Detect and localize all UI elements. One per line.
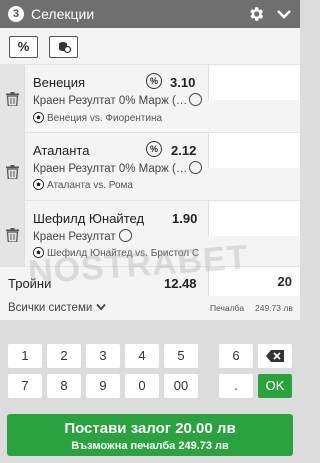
team-name: Венеция — [33, 75, 86, 90]
coins-icon — [58, 42, 71, 54]
key-6[interactable]: 6 — [219, 344, 253, 368]
key-3[interactable]: 3 — [86, 344, 120, 368]
potential-win-label: Печалба — [210, 303, 245, 313]
selection-count-badge: 3 — [8, 6, 24, 22]
number-keypad: 1 2 3 4 5 6 7 8 9 0 00 . OK — [0, 340, 300, 404]
bet-toolbar: % — [0, 28, 300, 64]
bet-selection: Аталанта % 2.12 Краен Резултат 0% Марж (… — [0, 132, 300, 200]
key-5[interactable]: 5 — [164, 344, 198, 368]
header-bar: 3 Селекции — [0, 0, 300, 28]
systems-row: Всички системи Печалба 249.73 лв — [0, 296, 300, 320]
possible-win-label: Възможна печалба 249.73 лв — [71, 440, 229, 452]
gear-icon[interactable] — [247, 5, 265, 23]
stake-input[interactable] — [208, 201, 300, 236]
backspace-key[interactable] — [258, 344, 292, 368]
market-name: Краен Резултат 0% Марж (… — [33, 163, 188, 175]
match-name: Венеция vs. Фиорентина — [47, 113, 163, 124]
trash-icon[interactable] — [6, 228, 19, 242]
place-bet-button[interactable]: Постави залог 20.00 лв Възможна печалба … — [7, 414, 293, 456]
team-name: Шефилд Юнайтед — [33, 211, 145, 226]
key-7[interactable]: 7 — [8, 374, 42, 398]
market-name: Краен Резултат — [33, 231, 116, 243]
percent-boost-button[interactable]: % — [9, 36, 38, 58]
market-info-icon — [189, 161, 202, 174]
coins-button[interactable] — [49, 36, 78, 58]
stake-input[interactable] — [208, 133, 300, 168]
selection-odds: 1.90 — [172, 211, 198, 226]
football-icon — [33, 179, 44, 190]
key-decimal[interactable]: . — [219, 374, 253, 398]
market-info-icon — [189, 93, 202, 106]
market-name: Краен Резултат 0% Марж (… — [33, 95, 188, 107]
bet-selection: Венеция % 3.10 Краен Резултат 0% Марж (…… — [0, 64, 300, 132]
ok-key[interactable]: OK — [258, 374, 292, 398]
chevron-down-icon[interactable] — [276, 7, 292, 21]
chevron-down-icon[interactable] — [96, 303, 106, 311]
key-8[interactable]: 8 — [47, 374, 81, 398]
all-systems-toggle[interactable]: Всички системи — [8, 302, 92, 314]
percent-badge-icon: % — [146, 73, 162, 89]
key-4[interactable]: 4 — [125, 344, 159, 368]
key-00[interactable]: 00 — [164, 374, 198, 398]
selection-odds: 3.10 — [170, 75, 196, 90]
potential-win-value: 249.73 лв — [255, 303, 293, 313]
market-info-icon — [119, 229, 132, 242]
trash-icon[interactable] — [6, 92, 19, 106]
percent-badge-icon: % — [146, 141, 162, 157]
trash-icon[interactable] — [6, 165, 19, 179]
stake-input[interactable] — [208, 65, 300, 100]
football-icon — [33, 112, 44, 123]
header-title: Селекции — [31, 6, 95, 22]
key-2[interactable]: 2 — [47, 344, 81, 368]
key-9[interactable]: 9 — [86, 374, 120, 398]
match-name: Аталанта vs. Рома — [47, 180, 133, 191]
place-bet-label: Постави залог 20.00 лв — [64, 420, 236, 437]
backspace-icon — [266, 350, 284, 362]
selection-odds: 2.12 — [171, 143, 197, 158]
team-name: Аталанта — [33, 143, 90, 158]
key-1[interactable]: 1 — [8, 344, 42, 368]
key-0[interactable]: 0 — [125, 374, 159, 398]
